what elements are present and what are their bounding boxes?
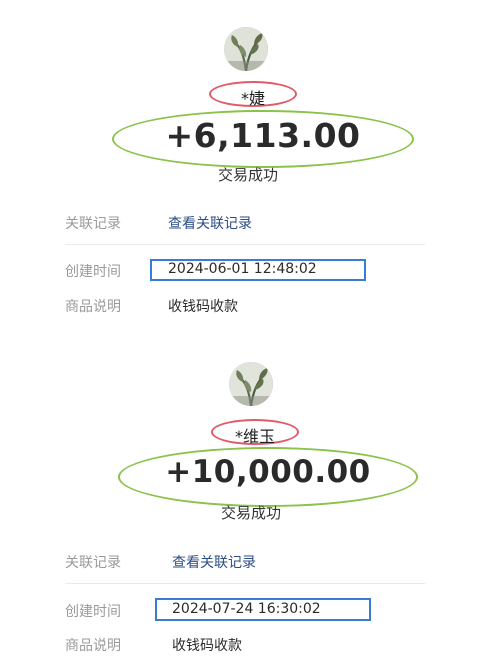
- transaction-card-2: *维玉 +10,000.00 交易成功 关联记录 查看关联记录 创建时间 202…: [0, 345, 500, 657]
- payer-name: *维玉: [234, 427, 275, 446]
- view-related-records-link[interactable]: 查看关联记录: [172, 552, 256, 572]
- transaction-status: 交易成功: [220, 504, 281, 522]
- description-value: 收钱码收款: [172, 638, 242, 654]
- created-time-label: 创建时间: [65, 264, 121, 280]
- description-value: 收钱码收款: [168, 299, 238, 315]
- transaction-amount: +6,113.00: [165, 116, 361, 155]
- created-time-label: 创建时间: [65, 604, 121, 620]
- created-time-value: 2024-06-01 12:48:02: [168, 261, 317, 277]
- view-related-records-link[interactable]: 查看关联记录: [168, 213, 252, 233]
- transaction-card-1: *婕 +6,113.00 交易成功 关联记录 查看关联记录 创建时间 2024-…: [0, 0, 500, 340]
- payer-avatar: [224, 27, 268, 71]
- plant-photo-icon: [229, 362, 273, 406]
- section-divider: [65, 583, 425, 584]
- plant-photo-icon: [224, 27, 268, 71]
- related-records-label: 关联记录: [65, 216, 121, 232]
- description-label: 商品说明: [65, 299, 121, 315]
- created-time-value: 2024-07-24 16:30:02: [172, 601, 321, 617]
- payer-avatar: [229, 362, 273, 406]
- related-records-label: 关联记录: [65, 555, 121, 571]
- transaction-amount: +10,000.00: [165, 454, 371, 490]
- payer-name: *婕: [240, 89, 265, 108]
- description-label: 商品说明: [65, 638, 121, 654]
- section-divider: [65, 244, 425, 245]
- transaction-status: 交易成功: [217, 166, 278, 184]
